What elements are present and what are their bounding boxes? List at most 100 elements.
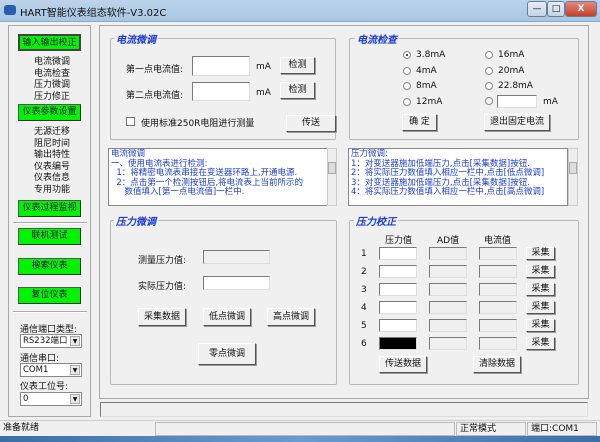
ad-value-field [429,319,467,332]
help-line: 数值填入[第一点电流值]一栏中. [111,187,245,197]
scrollbar[interactable] [568,148,578,206]
status-mode: 正常模式 [456,422,526,436]
scrollbar[interactable] [327,148,337,206]
unit-label: mA [256,88,271,98]
collect-button[interactable]: 采集 [526,247,555,260]
current-value-field [479,265,517,278]
ad-value-field [429,337,467,350]
pressure-value-input[interactable] [379,301,417,314]
confirm-button[interactable]: 确 定 [402,114,437,131]
serial-port-select[interactable]: COM1 ▼ [20,363,82,377]
use-250r-checkbox[interactable] [126,117,135,126]
sidebar-item[interactable]: 仪表信息 [22,173,82,185]
collect-button[interactable]: 采集 [526,337,555,350]
first-current-input[interactable] [192,56,250,76]
radio-4mA[interactable] [403,66,411,75]
collect-data-button[interactable]: 采集数据 [138,308,186,326]
title-bar: HART智能仪表组态软件-V3.02C — □ X [0,0,600,22]
ad-value-field [429,283,467,296]
pressure-cal-title: 压力校正 [354,213,398,228]
detect-second-button[interactable]: 检测 [280,82,315,99]
actual-pressure-label: 实际压力值: [138,282,187,292]
exit-fixed-current-button[interactable]: 退出固定电流 [484,114,550,131]
detect-first-button[interactable]: 检测 [280,57,315,74]
sidebar-item[interactable]: 压力修正 [22,92,82,104]
radio-20mA[interactable] [485,66,493,75]
status-empty [155,422,455,436]
pressure-value-input[interactable] [379,247,417,260]
radio-16mA[interactable] [485,51,493,59]
custom-current-input[interactable] [497,95,537,108]
station-label: 仪表工位号: [20,382,69,392]
radio-label: 8mA [416,81,437,91]
ad-value-field [429,301,467,314]
maximize-button[interactable]: □ [547,1,565,17]
window-title: HART智能仪表组态软件-V3.02C [20,8,167,19]
measured-pressure-field [203,250,270,264]
port-type-select[interactable]: RS232端口 ▼ [20,334,82,348]
reset-instrument-button[interactable]: 复位仪表 [18,287,81,304]
radio-8mA[interactable] [403,82,411,90]
station-select[interactable]: 0 ▼ [20,392,82,406]
sidebar-item[interactable]: 输出特性 [22,150,82,162]
chevron-down-icon[interactable]: ▼ [70,394,80,404]
divider [13,222,87,224]
radio-label: 22.8mA [498,81,533,91]
chevron-down-icon[interactable]: ▼ [70,336,80,346]
online-test-button[interactable]: 联机测试 [18,228,81,245]
row-number: 3 [361,285,367,295]
collect-button[interactable]: 采集 [526,265,555,278]
sidebar-item[interactable]: 阻尼时间 [22,139,82,151]
sidebar-item[interactable]: 电流检查 [22,69,82,81]
current-value-field [479,301,517,314]
nav-param-settings[interactable]: 仪表参数设置 [18,104,81,121]
pressure-value-input[interactable] [379,337,417,350]
col-header-pressure: 压力值 [385,236,413,246]
minimize-button[interactable]: — [527,1,547,17]
radio-label: 16mA [498,50,525,60]
pressure-value-input[interactable] [379,265,417,278]
radio-3-8mA[interactable] [403,51,411,59]
pressure-value-input[interactable] [379,319,417,332]
pressure-value-input[interactable] [379,283,417,296]
send-button[interactable]: 传送 [286,115,336,132]
send-data-button[interactable]: 传送数据 [379,356,427,373]
sidebar-item[interactable]: 无源迁移 [22,127,82,139]
pressure-trim-title: 压力微调 [114,213,158,228]
collect-button[interactable]: 采集 [526,301,555,314]
station-value: 0 [23,394,29,404]
nav-io-calibration[interactable]: 输入输出校正 [18,34,81,51]
zero-trim-button[interactable]: 零点微调 [198,343,256,365]
sidebar-item[interactable]: 压力微调 [22,80,82,92]
row-number: 1 [361,249,367,259]
first-current-label: 第一点电流值: [126,65,184,75]
radio-label: 3.8mA [416,50,446,60]
help-text-current: 电流微调 一、使用电流表进行检测: 1：将精密电流表串接在变送器环路上,开通电源.… [108,148,328,206]
help-text-pressure: 压力微调: 1：对变送器施加低端压力,点击[采集数据]按钮. 2：将实际压力数值填入… [348,148,568,206]
use-250r-label: 使用标准250R电阻进行测量 [141,119,255,129]
radio-12mA[interactable] [403,97,411,106]
radio-custom[interactable] [485,97,493,105]
chevron-down-icon[interactable]: ▼ [70,365,80,375]
actual-pressure-input[interactable] [203,276,270,290]
col-header-current: 电流值 [484,236,512,246]
high-trim-button[interactable]: 高点微调 [267,308,315,326]
current-value-field [479,319,517,332]
collect-button[interactable]: 采集 [526,283,555,296]
nav-process-monitor[interactable]: 仪表过程监视 [18,200,81,217]
radio-label: 20mA [498,65,525,76]
sidebar-item[interactable]: 专用功能 [22,185,82,197]
clear-data-button[interactable]: 清除数据 [473,356,521,373]
sidebar-item[interactable]: 仪表编号 [22,162,82,174]
radio-22-8mA[interactable] [485,82,493,90]
close-button[interactable]: X [565,1,597,17]
radio-label: 4mA [416,65,437,76]
second-current-input[interactable] [192,82,250,101]
collect-button[interactable]: 采集 [526,319,555,332]
sidebar-item[interactable]: 电流微调 [22,57,82,69]
status-bar: 准备就绪 正常模式 端口:COM1 [0,420,600,436]
app-icon [4,5,16,15]
low-trim-button[interactable]: 低点微调 [203,308,251,326]
col-header-ad: AD值 [437,236,460,246]
search-instrument-button[interactable]: 搜索仪表 [18,258,81,275]
